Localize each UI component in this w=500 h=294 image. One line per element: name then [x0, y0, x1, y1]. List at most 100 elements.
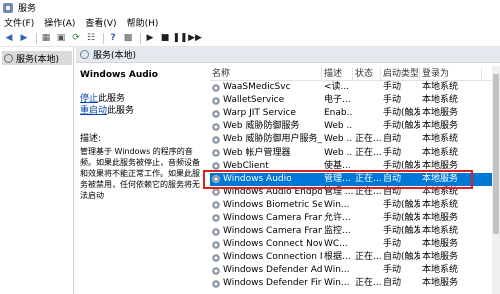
service-row[interactable]: Warp JIT Service Enab... 手动(触发...本地服务	[210, 107, 500, 120]
service-row[interactable]: WaaSMedicSvc <读... 手动 本地系统	[210, 81, 500, 94]
service-description: <读...	[324, 82, 350, 93]
service-row[interactable]: Windows Audio Endpoint...管理 ...正在...自动 本地…	[210, 186, 500, 199]
menu-action[interactable]: 操作(A)	[44, 16, 75, 29]
service-startup-type: 手动(触发...	[383, 108, 420, 119]
service-row[interactable]: Web 帐户管理器 Web ... 正在... 手动 本地系统	[210, 146, 500, 159]
toolbar-divider	[103, 32, 104, 44]
service-rows: WaaSMedicSvc <读... 手动 本地系统 WalletService 电子..…	[210, 81, 500, 291]
service-name: Windows Camera Frame ...	[210, 225, 322, 238]
service-gear-icon	[212, 266, 220, 275]
service-log-on-as: 本地系统	[422, 226, 459, 237]
service-log-on-as: 本地服务	[422, 108, 459, 119]
menu-bar: 文件(F) 操作(A) 查看(V) 帮助(H)	[0, 15, 500, 30]
service-status: 正在...	[355, 134, 381, 145]
service-row[interactable]: Windows Connection M...根据... 正在...自动(触发..…	[210, 251, 500, 264]
properties-icon[interactable]: ▣	[55, 32, 67, 44]
export-icon[interactable]: ☷	[85, 32, 97, 44]
service-log-on-as: 本地服务	[422, 278, 459, 289]
service-row[interactable]: Windows Connect Now -...WC... 手动 本地服务	[210, 238, 500, 251]
console-tree-icon[interactable]: ▦	[40, 32, 52, 44]
service-name: WaaSMedicSvc	[210, 81, 322, 94]
column-status[interactable]: 状态	[353, 66, 381, 81]
service-name: Windows Defender Firew...	[210, 277, 322, 290]
service-name: Windows Biometric Servi...	[210, 199, 322, 212]
service-description: 根据...	[324, 252, 351, 263]
service-row[interactable]: Windows Defender Firew...Win... 正在...自动 本地…	[210, 277, 500, 290]
service-gear-icon	[212, 162, 220, 171]
console-icon[interactable]: ▩	[122, 32, 134, 44]
service-startup-type: 自动	[383, 186, 402, 197]
menu-help[interactable]: 帮助(H)	[127, 16, 159, 29]
service-log-on-as: 本地服务	[422, 160, 459, 171]
service-action-links: 停止此服务 重启动此服务	[80, 93, 202, 117]
service-row[interactable]: WalletService 电子... 手动 本地系统	[210, 94, 500, 107]
toolbar-divider	[36, 32, 37, 44]
service-row[interactable]: WebClient 使基... 手动(触发...本地服务	[210, 160, 500, 173]
service-startup-type: 手动	[383, 82, 402, 93]
service-name-text: Warp JIT Service	[223, 108, 297, 119]
service-gear-icon	[212, 240, 220, 249]
service-name: WebClient	[210, 160, 322, 173]
help-icon[interactable]: ?	[107, 32, 119, 44]
service-gear-icon	[212, 149, 220, 158]
service-name: Warp JIT Service	[210, 107, 322, 120]
service-description: 管理...	[324, 173, 351, 184]
service-name-text: Windows Connection M...	[223, 252, 322, 263]
column-log-on-as[interactable]: 登录为	[420, 66, 482, 81]
service-startup-type: 手动	[383, 239, 402, 250]
toolbar-divider	[140, 32, 141, 44]
refresh-icon[interactable]: ⟳	[70, 32, 82, 44]
stop-icon[interactable]: ■	[159, 32, 171, 44]
service-name-text: WalletService	[223, 95, 285, 106]
service-name-text: Web 威胁防御用户服务_a1...	[223, 134, 322, 145]
service-log-on-as: 本地系统	[422, 95, 459, 106]
service-startup-type: 手动(触发...	[383, 212, 420, 223]
service-gear-icon	[212, 175, 220, 184]
service-name: Windows Connection M...	[210, 251, 322, 264]
main-header-title: 服务(本地)	[93, 51, 137, 61]
service-gear-icon	[212, 188, 220, 197]
forward-icon[interactable]: ▶	[18, 32, 30, 44]
service-status: 正在...	[355, 252, 381, 263]
service-row[interactable]: Windows Audio 管理... 正在... 自动 本地服务	[210, 172, 500, 186]
menu-view[interactable]: 查看(V)	[85, 16, 116, 29]
service-name: Web 帐户管理器	[210, 147, 322, 160]
service-name-text: Windows Audio Endpoint...	[223, 186, 322, 197]
back-icon[interactable]: ◀	[3, 32, 15, 44]
service-row[interactable]: Windows Camera Frame ...监控... 手动(触发...本地系…	[210, 225, 500, 238]
service-row[interactable]: Web 威胁防御用户服务_a1...Web ...正在...自动 本地系统	[210, 133, 500, 146]
column-description[interactable]: 描述	[322, 66, 353, 81]
description-text: 管理基于 Windows 的程序的音频。如果此服务被停止，音频设备和效果将不能正…	[80, 147, 200, 200]
service-gear-icon	[212, 109, 220, 118]
service-gear-icon	[212, 227, 220, 236]
service-description: Web ...	[324, 147, 353, 158]
start-icon[interactable]: ▶	[144, 32, 156, 44]
service-row[interactable]: Web 威胁防御服务 Web ... 手动(触发...本地服务	[210, 120, 500, 133]
service-row[interactable]: Windows Defender Adva...Win... 手动 本地系统	[210, 264, 500, 277]
service-description: Win...	[324, 199, 350, 210]
column-startup-type[interactable]: 启动类型	[381, 66, 420, 81]
service-startup-type: 手动	[383, 147, 402, 158]
tree-item-label: 服务(本地)	[16, 54, 60, 65]
service-startup-type: 自动	[383, 278, 402, 289]
service-description: Win...	[324, 265, 350, 276]
service-gear-icon	[212, 201, 220, 210]
service-log-on-as: 本地服务	[422, 173, 459, 184]
service-name: Web 威胁防御服务	[210, 120, 322, 133]
vertical-scrollbar[interactable]	[492, 66, 500, 294]
column-name[interactable]: 名称	[210, 66, 322, 81]
pause-icon[interactable]: ❚❚	[172, 32, 187, 44]
scrollbar-thumb[interactable]	[493, 74, 499, 234]
menu-file[interactable]: 文件(F)	[4, 16, 34, 29]
services-list: 名称 描述 状态 启动类型 登录为 WaaSMedicSvc <读... 手动 本地系…	[210, 63, 500, 294]
service-row[interactable]: Windows Camera Frame ...允许... 手动(触发...本地服…	[210, 212, 500, 225]
service-row[interactable]: Windows Biometric Servi...Win... 手动(触发...…	[210, 199, 500, 212]
restart-service-link[interactable]: 重启动	[80, 106, 107, 116]
stop-service-link[interactable]: 停止	[80, 94, 98, 104]
service-name-text: Windows Defender Adva...	[223, 265, 322, 276]
console-tree: 服务(本地)	[0, 47, 74, 294]
service-log-on-as: 本地系统	[422, 199, 459, 210]
service-startup-type: 手动	[383, 95, 402, 106]
restart-icon[interactable]: ▶▶	[188, 32, 202, 44]
tree-item-services-local[interactable]: 服务(本地)	[2, 51, 72, 65]
